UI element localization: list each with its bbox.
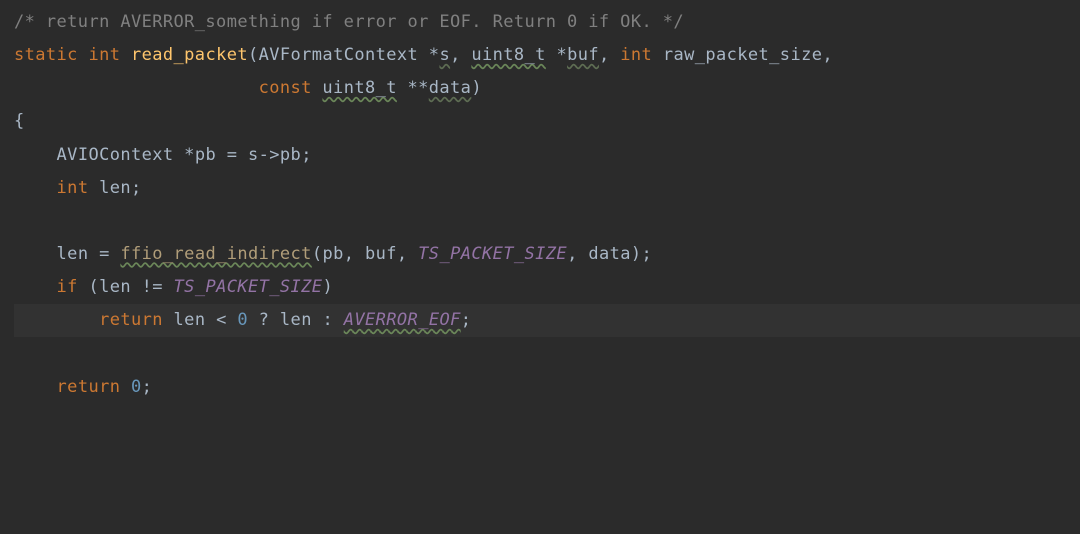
pointer: *	[429, 45, 440, 65]
pointer: **	[397, 78, 429, 98]
code-editor[interactable]: /* return AVERROR_something if error or …	[14, 6, 1080, 404]
semicolon: ;	[142, 377, 153, 397]
comma: ,	[450, 45, 471, 65]
keyword-return: return	[57, 377, 131, 397]
type-warned: uint8_t	[471, 45, 545, 65]
indent	[14, 310, 99, 330]
blank	[14, 343, 25, 363]
type: AVIOContext	[57, 145, 185, 165]
keyword-static: static	[14, 45, 88, 65]
code-line[interactable]: static int read_packet(AVFormatContext *…	[14, 39, 1080, 72]
operator: =	[99, 244, 120, 264]
keyword-if: if	[57, 277, 89, 297]
comment: /* return AVERROR_something if error or …	[14, 12, 684, 32]
param: buf	[567, 45, 599, 65]
number-literal: 0	[131, 377, 142, 397]
operator: <	[216, 310, 237, 330]
keyword-int: int	[620, 45, 663, 65]
operator: :	[322, 310, 343, 330]
paren: (	[88, 277, 99, 297]
semicolon: ;	[301, 145, 312, 165]
brace: {	[14, 111, 25, 131]
code-line[interactable]: if (len != TS_PACKET_SIZE)	[14, 271, 1080, 304]
type-warned: uint8_t	[322, 78, 396, 98]
variable: len	[99, 178, 131, 198]
indent	[14, 145, 57, 165]
operator: =	[227, 145, 248, 165]
indent	[14, 78, 259, 98]
semicolon: ;	[131, 178, 142, 198]
variable: len	[57, 244, 100, 264]
paren: )	[322, 277, 333, 297]
indent	[14, 244, 57, 264]
variable: len	[280, 310, 323, 330]
paren: )	[471, 78, 482, 98]
keyword-int: int	[88, 45, 131, 65]
code-line-blank[interactable]	[14, 205, 1080, 238]
keyword-int: int	[57, 178, 100, 198]
semicolon: ;	[642, 244, 653, 264]
variable: pb	[195, 145, 227, 165]
function-name: read_packet	[131, 45, 248, 65]
variable: len	[99, 277, 142, 297]
code-line[interactable]: int len;	[14, 172, 1080, 205]
pointer: *	[546, 45, 567, 65]
code-line[interactable]: /* return AVERROR_something if error or …	[14, 6, 1080, 39]
constant: TS_PACKET_SIZE	[418, 244, 567, 264]
code-line[interactable]: return 0;	[14, 371, 1080, 404]
indent	[14, 277, 57, 297]
code-line[interactable]: len = ffio_read_indirect(pb, buf, TS_PAC…	[14, 238, 1080, 271]
keyword-return: return	[99, 310, 173, 330]
number-literal: 0	[237, 310, 248, 330]
variable: len	[174, 310, 217, 330]
constant: TS_PACKET_SIZE	[174, 277, 323, 297]
operator: !=	[142, 277, 174, 297]
code-line[interactable]: AVIOContext *pb = s->pb;	[14, 139, 1080, 172]
code-line-highlighted[interactable]: return len < 0 ? len : AVERROR_EOF;	[14, 304, 1080, 337]
operator: ?	[248, 310, 280, 330]
keyword-const: const	[259, 78, 323, 98]
code-line[interactable]: const uint8_t **data)	[14, 72, 1080, 105]
blank	[14, 211, 25, 231]
args: (pb, buf,	[312, 244, 418, 264]
comma: ,	[599, 45, 620, 65]
param: s	[439, 45, 450, 65]
param: data	[429, 78, 472, 98]
indent	[14, 178, 57, 198]
function-call-warned: ffio_read_indirect	[120, 244, 311, 264]
args: , data)	[567, 244, 641, 264]
semicolon: ;	[461, 310, 472, 330]
param: raw_packet_size	[663, 45, 823, 65]
paren: (	[248, 45, 259, 65]
indent	[14, 377, 57, 397]
constant-warned: AVERROR_EOF	[344, 310, 461, 330]
comma: ,	[822, 45, 833, 65]
code-line[interactable]: {	[14, 105, 1080, 138]
expression: s->pb	[248, 145, 301, 165]
code-line-blank[interactable]	[14, 337, 1080, 370]
pointer: *	[184, 145, 195, 165]
type: AVFormatContext	[259, 45, 429, 65]
